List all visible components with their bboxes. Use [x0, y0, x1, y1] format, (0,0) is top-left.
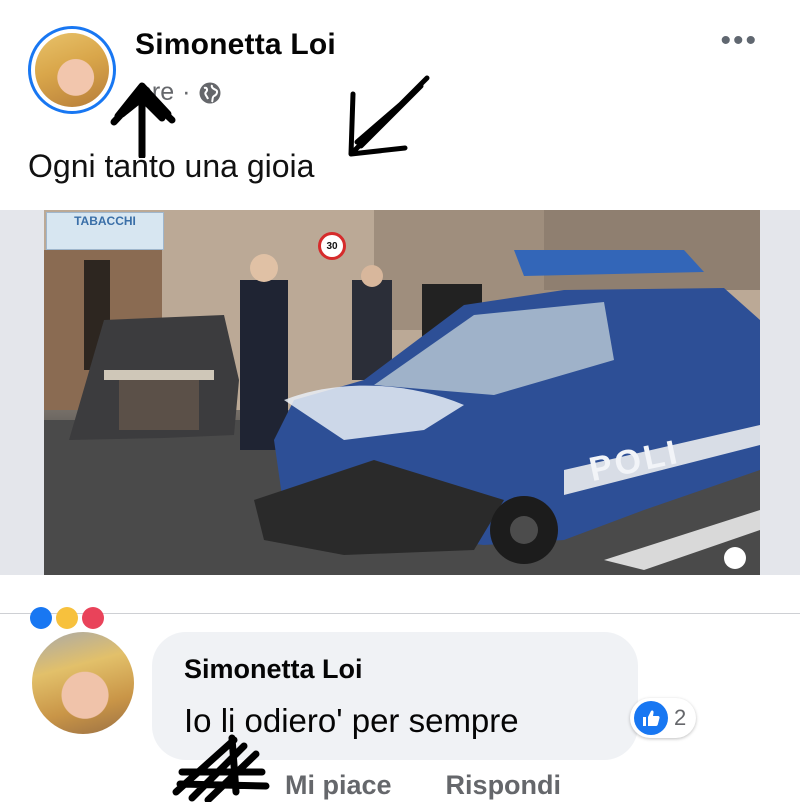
- haha-reaction-icon: [56, 607, 78, 629]
- scribble-arrow-up: [110, 82, 176, 158]
- comment-author-name[interactable]: Simonetta Loi: [184, 654, 363, 685]
- comment-reply-button[interactable]: Rispondi: [446, 770, 562, 801]
- comment-like-count[interactable]: 2: [630, 698, 697, 738]
- scribble-comment-mark: [172, 734, 270, 802]
- love-reaction-icon: [82, 607, 104, 629]
- speed-limit-sign: 30: [318, 232, 346, 260]
- comment-actions: Mi piace Rispondi: [285, 770, 561, 801]
- comment-author-avatar[interactable]: [32, 632, 134, 734]
- post-author-avatar[interactable]: [28, 26, 116, 114]
- photo-menu-icon[interactable]: [724, 547, 746, 569]
- like-reaction-icon: [30, 607, 52, 629]
- like-icon: [634, 701, 668, 735]
- post-author-name[interactable]: Simonetta Loi: [135, 28, 336, 62]
- globe-icon: [199, 82, 221, 103]
- reactions-summary-bar[interactable]: [0, 575, 800, 629]
- post-photo-frame[interactable]: TABACCHI 30 POLI: [0, 210, 800, 575]
- meta-separator: ·: [182, 78, 191, 106]
- avatar-photo: [35, 33, 109, 107]
- like-count-number: 2: [674, 705, 687, 730]
- scribble-arrow-diagonal: [348, 75, 430, 157]
- post-photo[interactable]: TABACCHI 30 POLI: [44, 210, 760, 575]
- more-options-icon[interactable]: •••: [720, 26, 758, 56]
- shop-sign: TABACCHI: [46, 212, 164, 250]
- photo-illustration: [44, 210, 760, 575]
- comment-like-button[interactable]: Mi piace: [285, 770, 392, 801]
